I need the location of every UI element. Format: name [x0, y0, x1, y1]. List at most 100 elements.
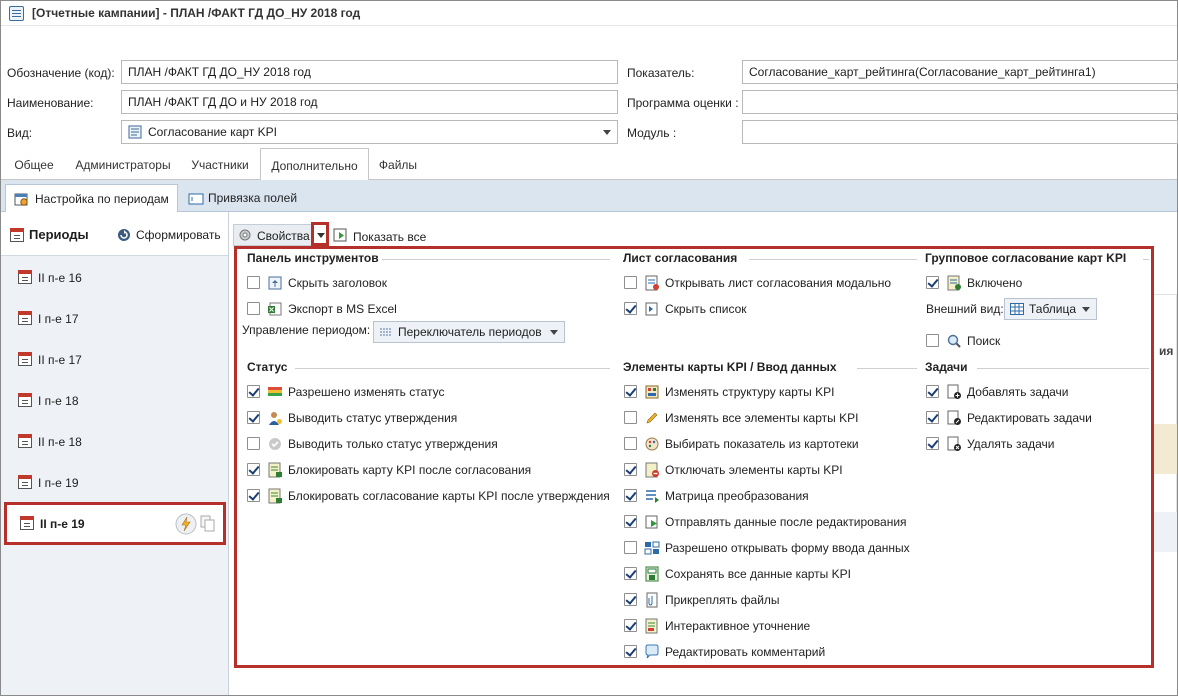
option-label: Матрица преобразования	[665, 489, 809, 503]
period-item[interactable]: II п-е 18	[1, 421, 228, 462]
name-field[interactable]: ПЛАН /ФАКТ ГД ДО и НУ 2018 год	[121, 90, 618, 114]
user-icon	[269, 412, 282, 425]
option-edit-comment[interactable]: Редактировать комментарий	[624, 643, 914, 661]
view-select[interactable]: Таблица	[1004, 298, 1097, 320]
period-item[interactable]: I п-е 18	[1, 380, 228, 421]
checkbox[interactable]	[926, 411, 939, 424]
copy-icon[interactable]	[200, 515, 216, 533]
show-all-button[interactable]: Показать все	[333, 226, 433, 246]
tab-administrators[interactable]: Администраторы	[67, 148, 179, 180]
option-save-all[interactable]: Сохранять все данные карты KPI	[624, 565, 914, 583]
tab-files[interactable]: Файлы	[372, 148, 424, 180]
option-lock-card[interactable]: Блокировать карту KPI после согласования	[247, 461, 617, 479]
option-label: Экспорт в MS Excel	[288, 302, 397, 316]
checkbox[interactable]	[624, 489, 637, 502]
checkbox[interactable]	[926, 276, 939, 289]
checkbox[interactable]	[624, 276, 637, 289]
option-disable-elements[interactable]: Отключать элементы карты KPI	[624, 461, 914, 479]
tab-additional[interactable]: Дополнительно	[260, 148, 369, 181]
period-item[interactable]: II п-е 16	[1, 257, 228, 298]
tab-field-binding[interactable]: Привязка полей	[182, 184, 312, 212]
option-send-data[interactable]: Отправлять данные после редактирования	[624, 513, 924, 531]
properties-dropdown-button[interactable]	[311, 222, 329, 246]
option-change-structure[interactable]: Изменять структуру карты KPI	[624, 383, 914, 401]
checkbox[interactable]	[624, 541, 637, 554]
option-add-tasks[interactable]: Добавлять задачи	[926, 383, 1136, 401]
period-item[interactable]: II п-е 17	[1, 339, 228, 380]
option-label: Сохранять все данные карты KPI	[665, 567, 851, 581]
period-item-selected[interactable]: II п-е 19	[4, 502, 226, 545]
checkbox[interactable]	[624, 619, 637, 632]
refresh-icon	[118, 229, 130, 241]
checkbox[interactable]	[247, 437, 260, 450]
code-field[interactable]: ПЛАН /ФАКТ ГД ДО_НУ 2018 год	[121, 60, 618, 84]
checkbox[interactable]	[247, 276, 260, 289]
kind-select[interactable]: Согласование карт KPI	[121, 120, 618, 144]
option-group-enabled[interactable]: Включено	[926, 274, 1136, 292]
checkbox[interactable]	[624, 385, 637, 398]
tab-participants[interactable]: Участники	[183, 148, 257, 180]
option-label: Выводить только статус утверждения	[288, 437, 498, 451]
option-select-indicator[interactable]: Выбирать показатель из картотеки	[624, 435, 914, 453]
option-export-excel[interactable]: Экспорт в MS Excel	[247, 300, 607, 318]
save-icon	[645, 566, 659, 582]
checkbox[interactable]	[247, 411, 260, 424]
option-search[interactable]: Поиск	[926, 332, 1136, 350]
switcher-icon	[380, 328, 392, 336]
checkbox[interactable]	[624, 463, 637, 476]
checkbox[interactable]	[247, 489, 260, 502]
checkbox[interactable]	[926, 334, 939, 347]
option-show-approval-status[interactable]: Выводить статус утверждения	[247, 409, 617, 427]
periods-title: Периоды	[29, 227, 89, 242]
checkbox[interactable]	[247, 463, 260, 476]
option-matrix[interactable]: Матрица преобразования	[624, 487, 914, 505]
checkbox[interactable]	[926, 437, 939, 450]
task-delete-icon	[947, 436, 961, 451]
module-field[interactable]	[742, 120, 1178, 144]
option-status-change[interactable]: Разрешено изменять статус	[247, 383, 617, 401]
comment-icon	[645, 644, 659, 659]
checkbox[interactable]	[247, 302, 260, 315]
option-only-approval-status[interactable]: Выводить только статус утверждения	[247, 435, 617, 453]
option-interactive[interactable]: Интерактивное уточнение	[624, 617, 914, 635]
option-hide-list[interactable]: Скрыть список	[624, 300, 914, 318]
checkbox[interactable]	[624, 411, 637, 424]
checkbox[interactable]	[926, 385, 939, 398]
checkbox[interactable]	[247, 385, 260, 398]
group-approval-icon	[947, 275, 961, 291]
period-control-select[interactable]: Переключатель периодов	[373, 321, 565, 343]
tab-general[interactable]: Общее	[5, 148, 63, 180]
checkbox[interactable]	[624, 515, 637, 528]
program-field[interactable]	[742, 90, 1178, 114]
tab-period-settings[interactable]: Настройка по периодам	[5, 184, 178, 212]
chevron-down-icon	[1082, 307, 1090, 312]
option-delete-tasks[interactable]: Удалять задачи	[926, 435, 1136, 453]
attach-icon	[646, 592, 658, 608]
option-open-input-form[interactable]: Разрешено открывать форму ввода данных	[624, 539, 924, 557]
indicator-field[interactable]: Согласование_карт_рейтинга(Согласование_…	[742, 60, 1178, 84]
option-edit-tasks[interactable]: Редактировать задачи	[926, 409, 1136, 427]
option-lock-approval[interactable]: Блокировать согласование карты KPI после…	[247, 487, 617, 505]
checkbox[interactable]	[624, 302, 637, 315]
checkbox[interactable]	[624, 437, 637, 450]
form-icon	[644, 541, 660, 555]
group-divider	[749, 259, 917, 260]
option-open-sheet-modal[interactable]: Открывать лист согласования модально	[624, 274, 914, 292]
checkbox[interactable]	[624, 645, 637, 658]
lightning-icon[interactable]	[175, 513, 197, 535]
checkbox[interactable]	[624, 567, 637, 580]
search-icon	[947, 334, 961, 348]
option-change-all-elements[interactable]: Изменять все элементы карты KPI	[624, 409, 914, 427]
properties-button[interactable]: Свойства	[233, 224, 315, 246]
option-label: Редактировать задачи	[967, 411, 1092, 425]
option-label: Отключать элементы карты KPI	[665, 463, 843, 477]
module-label: Модуль :	[627, 126, 677, 140]
checkbox[interactable]	[624, 593, 637, 606]
period-item[interactable]: I п-е 17	[1, 298, 228, 339]
option-hide-header[interactable]: Скрыть заголовок	[247, 274, 607, 292]
indicator-label: Показатель:	[627, 66, 695, 80]
form-button[interactable]: Сформировать	[115, 225, 223, 245]
option-attach-files[interactable]: Прикреплять файлы	[624, 591, 914, 609]
period-item[interactable]: I п-е 19	[1, 462, 228, 503]
sub-tabs: Настройка по периодам Привязка полей	[1, 180, 1177, 212]
